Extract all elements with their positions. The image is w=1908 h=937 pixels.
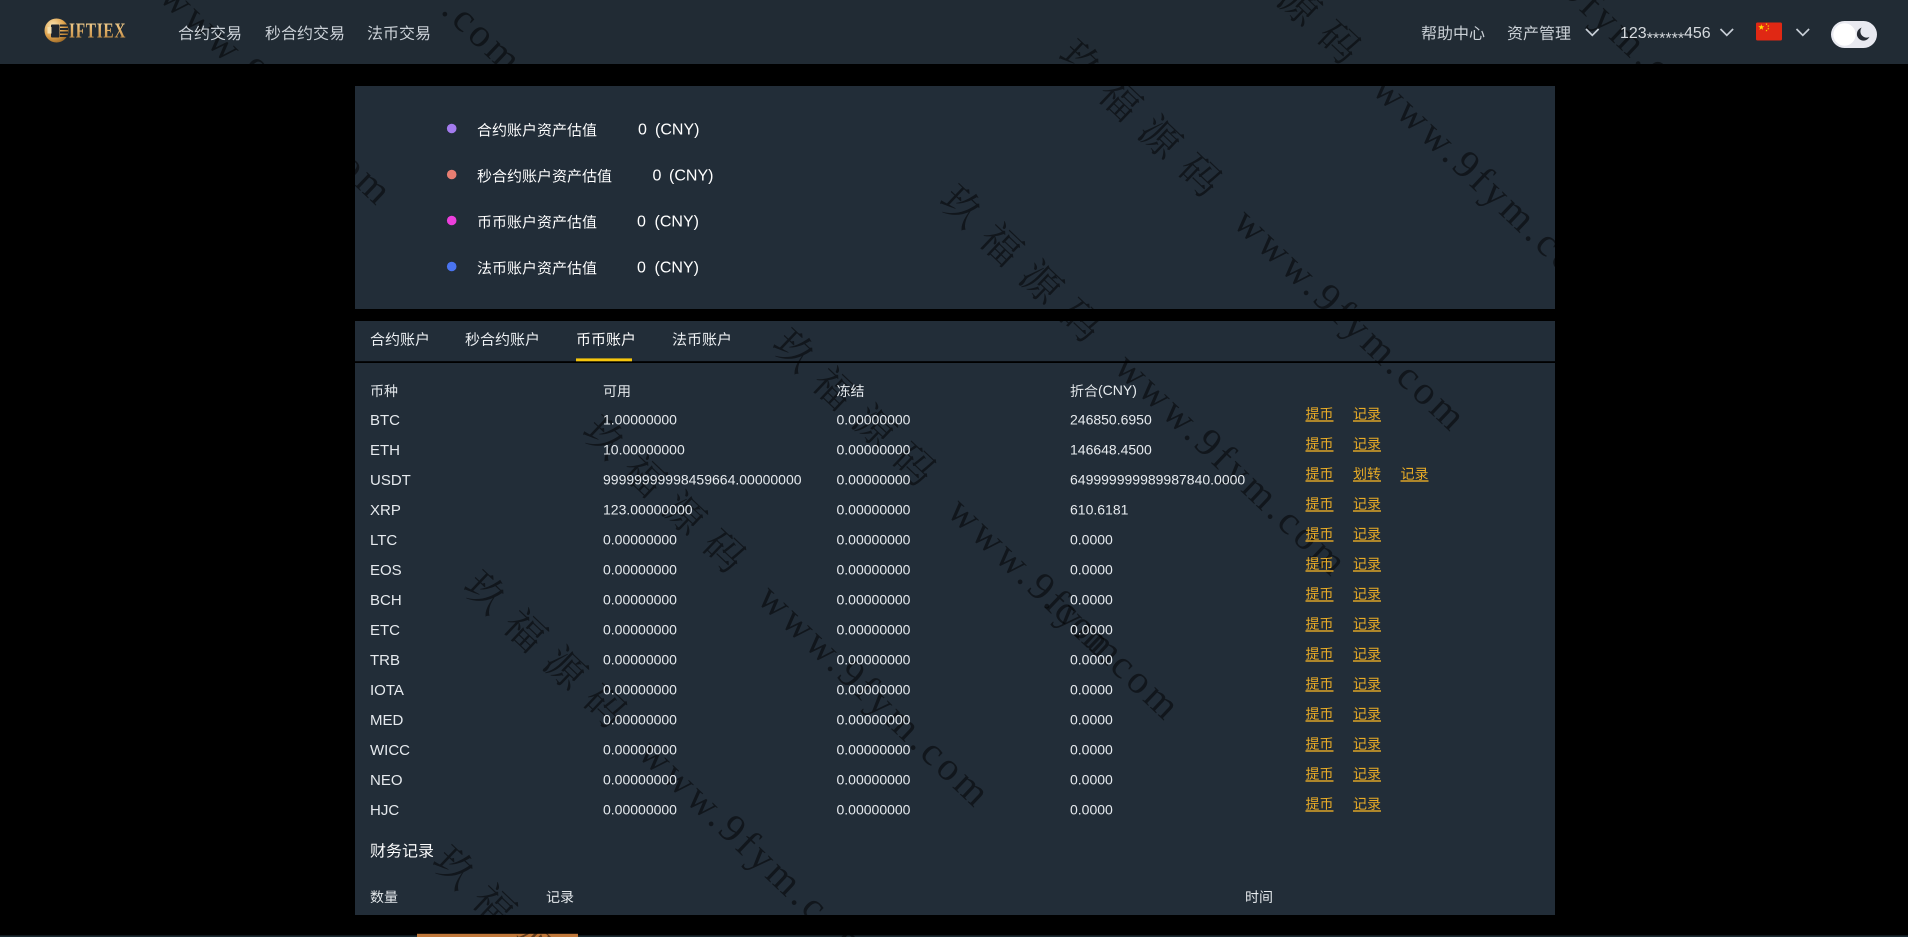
svg-text:0.00000000: 0.00000000 (603, 742, 677, 758)
svg-text:0.0000: 0.0000 (1070, 622, 1113, 638)
svg-text:MED: MED (370, 712, 404, 729)
svg-text:0.00000000: 0.00000000 (837, 802, 911, 818)
svg-text:0.00000000: 0.00000000 (837, 472, 911, 488)
svg-text:0.00000000: 0.00000000 (837, 532, 911, 548)
svg-text:USDT: USDT (370, 472, 411, 489)
svg-text:246850.6950: 246850.6950 (1070, 412, 1152, 428)
svg-text:TRB: TRB (370, 652, 400, 669)
svg-text:0.0000: 0.0000 (1070, 562, 1113, 578)
svg-text:123: 123 (1620, 25, 1647, 42)
svg-text:XRP: XRP (370, 502, 401, 519)
svg-text:NEO: NEO (370, 772, 403, 789)
svg-text:0.00000000: 0.00000000 (837, 772, 911, 788)
svg-text:0.00000000: 0.00000000 (603, 622, 677, 638)
svg-text:0: 0 (638, 121, 647, 138)
svg-text:IFTIEX: IFTIEX (69, 19, 126, 42)
svg-text:(CNY): (CNY) (655, 121, 699, 138)
svg-text:0.00000000: 0.00000000 (837, 412, 911, 428)
svg-text:0.00000000: 0.00000000 (837, 562, 911, 578)
svg-text:0.00000000: 0.00000000 (837, 682, 911, 698)
svg-text:0.0000: 0.0000 (1070, 772, 1113, 788)
svg-text:(CNY): (CNY) (655, 259, 699, 276)
svg-text:ETH: ETH (370, 442, 400, 459)
svg-text:HJC: HJC (370, 802, 399, 819)
svg-text:0.0000: 0.0000 (1070, 532, 1113, 548)
svg-text:0.00000000: 0.00000000 (837, 742, 911, 758)
svg-text:99999999998459664.00000000: 99999999998459664.00000000 (603, 472, 802, 488)
svg-text:0: 0 (637, 213, 646, 230)
svg-text:******: ****** (1647, 31, 1684, 48)
svg-text:0.0000: 0.0000 (1070, 592, 1113, 608)
svg-text:0.00000000: 0.00000000 (837, 712, 911, 728)
svg-text:0.0000: 0.0000 (1070, 712, 1113, 728)
svg-text:649999999989987840.0000: 649999999989987840.0000 (1070, 472, 1245, 488)
svg-text:10.00000000: 10.00000000 (603, 442, 685, 458)
svg-text:0.00000000: 0.00000000 (603, 682, 677, 698)
svg-text:123.00000000: 123.00000000 (603, 502, 693, 518)
svg-text:0.00000000: 0.00000000 (837, 592, 911, 608)
svg-text:0.0000: 0.0000 (1070, 802, 1113, 818)
svg-text:0: 0 (637, 259, 646, 276)
svg-text:(CNY): (CNY) (655, 213, 699, 230)
svg-text:0: 0 (653, 167, 662, 184)
svg-text:0.00000000: 0.00000000 (603, 712, 677, 728)
svg-text:146648.4500: 146648.4500 (1070, 442, 1152, 458)
svg-text:WICC: WICC (370, 742, 410, 759)
svg-text:0.00000000: 0.00000000 (603, 532, 677, 548)
svg-text:0.00000000: 0.00000000 (603, 592, 677, 608)
svg-text:0.00000000: 0.00000000 (837, 622, 911, 638)
svg-text:BCH: BCH (370, 592, 402, 609)
svg-text:0.00000000: 0.00000000 (603, 802, 677, 818)
svg-text:0.00000000: 0.00000000 (603, 652, 677, 668)
svg-text:0.00000000: 0.00000000 (837, 502, 911, 518)
svg-text:456: 456 (1684, 25, 1711, 42)
svg-text:EOS: EOS (370, 562, 402, 579)
svg-text:0.0000: 0.0000 (1070, 742, 1113, 758)
svg-text:0.0000: 0.0000 (1070, 652, 1113, 668)
svg-text:ETC: ETC (370, 622, 400, 639)
svg-text:0.00000000: 0.00000000 (603, 562, 677, 578)
svg-text:0.00000000: 0.00000000 (837, 652, 911, 668)
svg-text:0.00000000: 0.00000000 (837, 442, 911, 458)
svg-text:(CNY): (CNY) (669, 167, 713, 184)
svg-text:(CNY): (CNY) (1098, 382, 1137, 398)
svg-text:0.0000: 0.0000 (1070, 682, 1113, 698)
svg-text:IOTA: IOTA (370, 682, 404, 699)
svg-text:LTC: LTC (370, 532, 397, 549)
svg-text:1.00000000: 1.00000000 (603, 412, 677, 428)
svg-text:BTC: BTC (370, 412, 400, 429)
svg-text:610.6181: 610.6181 (1070, 502, 1129, 518)
svg-text:0.00000000: 0.00000000 (603, 772, 677, 788)
